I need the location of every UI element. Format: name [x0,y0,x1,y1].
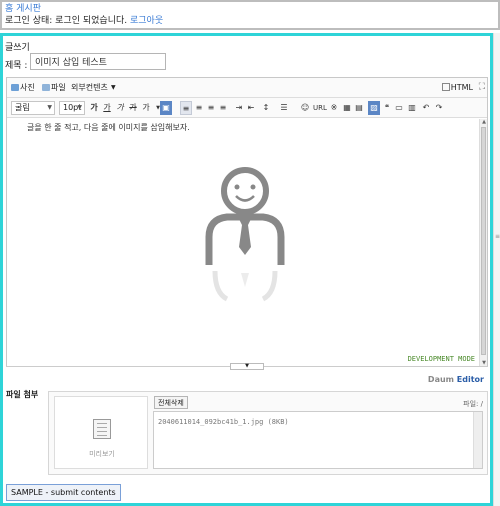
font-color-button[interactable]: 가 [140,101,152,115]
development-mode-label: DEVELOPMENT MODE [407,355,475,363]
attachment-file-item[interactable]: 2040611014_092bc41b_1.jpg (8KB) [158,418,289,426]
template-icon[interactable]: ▥ [406,101,418,115]
editor-toolbar-format: 굴림 ▼ 10pt ▼ 가 가 가 가 가 ▼ ▣ ≡ ≡ ≡ ≡ ⇥ ⇤ ↕ ☰ … [7,98,487,118]
indent-icon[interactable]: ⇥ [233,101,245,115]
top-frame: 홈 게시판 로그인 상태: 로그인 되었습니다. 로그아웃 [0,0,500,30]
bold-button[interactable]: 가 [88,101,100,115]
font-family-value: 굴림 [15,103,30,112]
editor-toolbar-insert: 사진 파일 외부컨텐츠 ▼ HTML ⛶ [7,78,487,98]
undo-icon[interactable]: ↶ [420,101,432,115]
insert-more-icon[interactable]: ▼ [111,81,116,95]
scroll-thumb[interactable] [481,127,486,355]
align-left-icon[interactable]: ≡ [180,101,192,115]
quote-icon[interactable]: ❝ [381,101,393,115]
login-status-text: 로그인 상태: 로그인 되었습니다. [5,16,128,26]
file-size-info: 파일: / [463,400,483,408]
file-icon [42,84,50,91]
resize-grip-icon[interactable]: ▼ [230,363,264,370]
scroll-grip-icon[interactable]: ≡ [495,233,500,240]
italic-button[interactable]: 가 [114,101,126,115]
emoticon-icon[interactable]: ☺ [299,101,311,115]
editor-body-text: 글을 한 줄 적고, 다음 줄에 이미지를 삽입해보자. [27,123,190,132]
align-justify-icon[interactable]: ≡ [217,101,229,115]
list-icon[interactable]: ☰ [278,101,290,115]
preview-label: 미리보기 [89,450,115,458]
fullscreen-icon[interactable]: ⛶ [479,82,485,92]
align-right-icon[interactable]: ≡ [205,101,217,115]
insert-photo-label: 사진 [20,83,35,92]
link-button[interactable]: URL [312,101,328,115]
underline-button[interactable]: 가 [101,101,113,115]
attachment-box: 미리보기 전체삭제 파일: / 2040611014_092bc41b_1.jp… [48,391,488,475]
chevron-down-icon: ▼ [77,104,82,111]
delete-all-button[interactable]: 전체삭제 [154,396,188,409]
file-list-scrollbar[interactable] [473,412,482,468]
insert-external-button[interactable]: 외부컨텐츠 [71,81,108,95]
document-icon [93,419,111,439]
html-toggle-label: HTML [450,83,473,92]
redo-icon[interactable]: ↷ [433,101,445,115]
home-board-link[interactable]: 홈 게시판 [5,4,495,15]
media-icon[interactable]: ▭ [393,101,405,115]
person-placeholder-image [205,167,285,302]
html-toggle[interactable]: HTML [441,83,473,92]
font-family-select[interactable]: 굴림 ▼ [11,101,55,115]
align-center-icon[interactable]: ≡ [193,101,205,115]
page: 홈 게시판 로그인 상태: 로그인 되었습니다. 로그아웃 글쓰기 제목 : 사… [0,0,500,506]
outdent-icon[interactable]: ⇤ [245,101,257,115]
image-icon[interactable]: ▨ [368,101,380,115]
line-height-icon[interactable]: ↕ [260,101,272,115]
attachment-preview: 미리보기 [54,396,148,469]
page-scrollbar[interactable]: ≡ [493,33,500,506]
brand-editor: Editor [456,375,484,384]
table-icon[interactable]: ▦ [341,101,353,115]
strikethrough-button[interactable]: 가 [127,101,139,115]
font-size-select[interactable]: 10pt ▼ [59,101,85,115]
photo-icon [11,84,19,91]
editor-resize-handle[interactable]: ▼ [6,363,488,371]
submit-button[interactable]: SAMPLE - submit contents [6,484,121,501]
rich-text-editor: 사진 파일 외부컨텐츠 ▼ HTML ⛶ 굴림 ▼ 10pt ▼ 가 가 가 가 가… [6,77,488,367]
title-label: 제목 : [5,61,28,71]
horizontal-rule-icon[interactable]: ▤ [353,101,365,115]
html-checkbox[interactable] [441,83,450,91]
logout-link[interactable]: 로그아웃 [130,16,163,26]
insert-photo-button[interactable]: 사진 [11,81,35,95]
write-frame: 글쓰기 제목 : 사진 파일 외부컨텐츠 ▼ HTML ⛶ 굴림 ▼ 10pt▼ … [0,33,493,506]
daum-editor-logo: Daum Editor [428,375,484,384]
scroll-up-icon[interactable]: ▲ [480,119,488,126]
title-input[interactable] [30,53,166,70]
background-color-icon[interactable]: ▣ [160,101,172,115]
special-char-icon[interactable]: ※ [328,101,340,115]
brand-daum: Daum [427,375,454,384]
insert-file-label: 파일 [51,83,66,92]
attachment-label: 파일 첨부 [6,390,39,399]
chevron-down-icon: ▼ [47,104,52,111]
editor-content-area[interactable]: 글을 한 줄 적고, 다음 줄에 이미지를 삽입해보자. DEVELOPMENT… [7,119,479,367]
editor-scrollbar[interactable]: ▲ ▼ [479,119,487,367]
attachment-file-list[interactable]: 2040611014_092bc41b_1.jpg (8KB) [153,411,483,469]
insert-external-label: 외부컨텐츠 [71,83,108,92]
write-heading: 글쓰기 [5,43,30,53]
insert-file-button[interactable]: 파일 [42,81,66,95]
login-status: 로그인 상태: 로그인 되었습니다. 로그아웃 [5,15,495,27]
